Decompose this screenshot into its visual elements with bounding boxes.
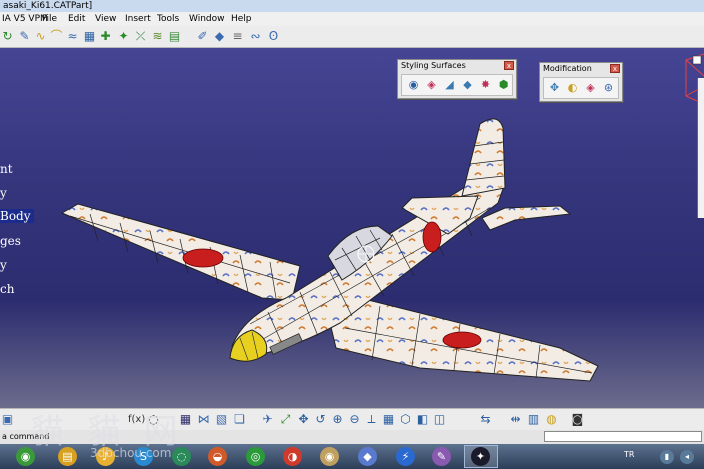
surface-tool-icon[interactable]: ◆ [212,29,227,44]
offset-tool-icon[interactable]: ≋ [150,29,165,44]
arc-tool-icon[interactable]: ⌒ [49,29,64,44]
left-wing [60,203,301,301]
styling-surfaces-panel: Styling Surfaces x ◉ ◈ ◢ ◆ ✸ ⬢ [397,59,517,99]
blend-curve-icon[interactable]: ≈ [65,29,80,44]
styling-surfaces-title: Styling Surfaces x [398,60,516,72]
render-icon[interactable]: ◍ [544,412,559,427]
menu-app[interactable]: IA V5 VPM [2,12,48,26]
window-title: asaki_Ki61.CATPart] [3,1,93,11]
camera-icon[interactable]: ◙ [570,412,585,427]
intersect-tool-icon[interactable]: ⤫ [133,29,148,44]
window-title-bar: asaki_Ki61.CATPart] [0,0,704,12]
zoom-out-icon[interactable]: ⊖ [347,412,362,427]
modification-tools: ✥ ◐ ◈ ⊛ [543,77,619,99]
loop-tool-icon[interactable]: ʘ [266,29,281,44]
3d-viewport[interactable]: nt y Body ges y ch Styling Surfaces x ◉ … [0,48,704,408]
styling-surfaces-title-text: Styling Surfaces [401,61,466,70]
rotate-icon[interactable]: ↺ [313,412,328,427]
blend-surface-icon[interactable]: ✸ [478,77,493,92]
app-icon[interactable]: ◆ [358,447,377,466]
top-toolbar: ↻ ✎ ∿ ⌒ ≈ ▦ ✚ ✦ ⤫ ≋ ▤ ✐ ◆ ≡ ∾ ʘ [0,26,704,48]
fit-all-icon[interactable]: ⤢ [278,412,293,427]
fill-surface-icon[interactable]: ◆ [460,77,475,92]
surface-patch-icon[interactable]: ◉ [406,77,421,92]
project-tool-icon[interactable]: ✚ [98,29,113,44]
tree-icon[interactable]: ⋈ [196,412,211,427]
roundel-left-wing [182,248,224,268]
modification-panel: Modification x ✥ ◐ ◈ ⊛ [539,62,623,102]
disk-icon[interactable]: ◉ [320,447,339,466]
fly-mode-icon[interactable]: ✈ [260,412,275,427]
menu-window[interactable]: Window [189,12,225,26]
apply-material-icon[interactable]: ▥ [526,412,541,427]
menu-bar: IA V5 VPM File Edit View Insert Tools Wi… [0,12,704,26]
modification-close-icon[interactable]: x [610,64,620,73]
brush-tool-icon[interactable]: ✐ [195,29,210,44]
grid-tool-icon[interactable]: ▦ [82,29,97,44]
network-icon[interactable]: ◎ [246,447,265,466]
right-side-panel[interactable] [697,78,704,218]
menu-insert[interactable]: Insert [125,12,151,26]
control-points-icon[interactable]: ✥ [547,80,562,95]
tree-item-body[interactable]: Body [0,209,34,223]
tree-item-3[interactable]: ges [0,234,21,248]
paint-icon[interactable]: ✎ [432,447,451,466]
menu-edit[interactable]: Edit [68,12,85,26]
styling-surfaces-close-icon[interactable]: x [504,61,514,70]
network-tray-icon[interactable]: ▮ [660,450,674,464]
match-surface-icon[interactable]: ◐ [565,80,580,95]
aircraft-model [60,53,704,382]
chrome-icon[interactable]: ◑ [283,447,302,466]
tree-item-4[interactable]: y [0,258,7,272]
vertical-tail [461,118,506,197]
shading-icon[interactable]: ◧ [415,412,430,427]
zoom-in-icon[interactable]: ⊕ [330,412,345,427]
catalog-icon[interactable]: ▧ [214,412,229,427]
swap-visible-icon[interactable]: ⇆ [478,412,493,427]
lightning-icon[interactable]: ⚡ [396,447,415,466]
spline-tool-icon[interactable]: ∿ [33,29,48,44]
modification-title: Modification x [540,63,622,75]
menu-file[interactable]: File [42,12,57,26]
watermark-url: 3dbchou.com [90,446,172,460]
roundel-right-wing [442,331,482,349]
tree-item-2[interactable]: y [0,186,7,200]
styling-surfaces-tools: ◉ ◈ ◢ ◆ ✸ ⬢ [401,74,513,96]
hide-show-icon[interactable]: ◫ [432,412,447,427]
menu-tools[interactable]: Tools [157,12,179,26]
paste-icon[interactable]: ▣ [0,412,15,427]
pan-icon[interactable]: ✥ [296,412,311,427]
layers-tool-icon[interactable]: ▤ [167,29,182,44]
menu-view[interactable]: View [95,12,116,26]
tree-item-5[interactable]: ch [0,282,14,296]
net-surface-icon[interactable]: ◢ [442,77,457,92]
fit-geometry-icon[interactable]: ◈ [583,80,598,95]
wave-tool-icon[interactable]: ∾ [248,29,263,44]
catia-icon: ✦ [471,447,490,466]
sketch-tool-icon[interactable]: ✎ [17,29,32,44]
knowledge-icon[interactable]: ❏ [232,412,247,427]
point-tool-icon[interactable]: ✦ [116,29,131,44]
horizontal-stabilizer-right [481,205,572,231]
language-indicator[interactable]: TR [624,450,634,459]
offset-surface-icon[interactable]: ⬢ [496,77,511,92]
firefox-icon[interactable]: ◒ [208,447,227,466]
measure-icon[interactable]: ⇹ [508,412,523,427]
tree-item-1[interactable]: nt [0,162,13,176]
multi-view-icon[interactable]: ▦ [381,412,396,427]
extrude-surface-icon[interactable]: ◈ [424,77,439,92]
command-input[interactable] [544,431,702,442]
normal-view-icon[interactable]: ⟂ [364,412,379,427]
volume-tray-icon[interactable]: ◂ [680,450,694,464]
modification-title-text: Modification [543,64,592,73]
menu-help[interactable]: Help [231,12,252,26]
roundel-fuselage [422,221,442,253]
iso-view-icon[interactable]: ⬡ [398,412,413,427]
curve-tool-icon[interactable]: ↻ [0,29,15,44]
global-deformation-icon[interactable]: ⊛ [601,80,616,95]
lines-tool-icon[interactable]: ≡ [230,29,245,44]
